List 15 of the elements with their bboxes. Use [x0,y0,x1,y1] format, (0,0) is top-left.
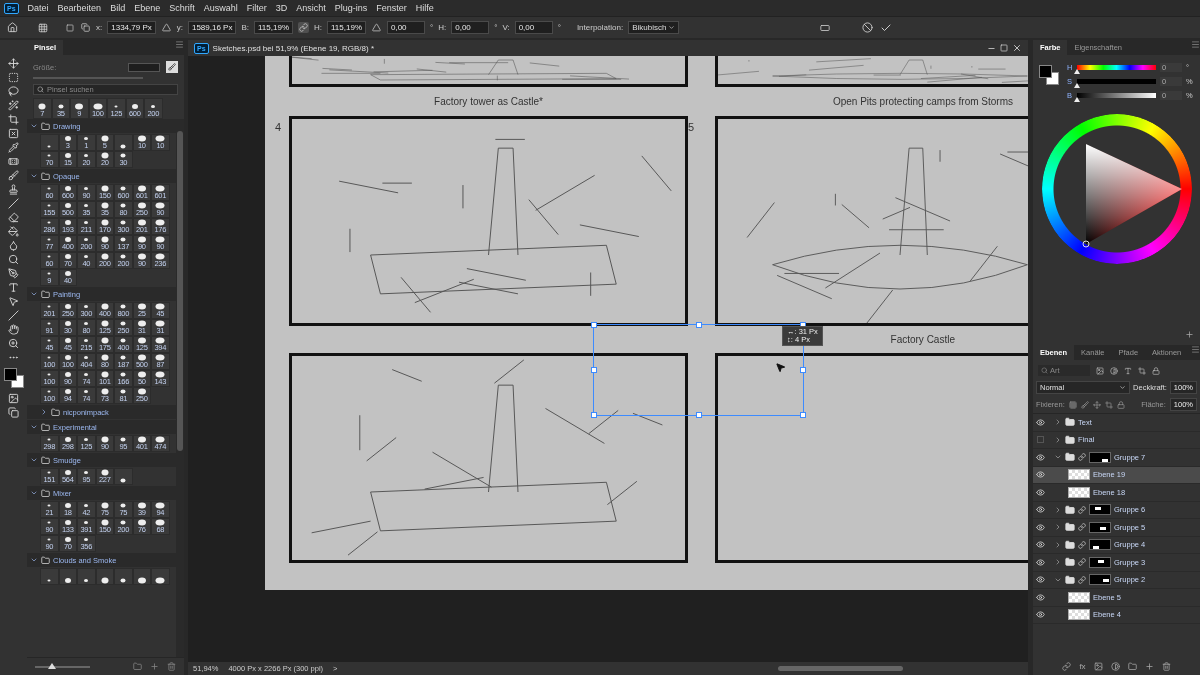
frame-caption: Open Pits protecting camps from Storms [832,96,1013,107]
unit-label: ° [494,23,498,32]
field-label: B: [241,23,249,32]
field-label: H: [438,23,447,32]
field-label: y: [176,23,183,32]
frame-caption: Factory tower as Castle* [434,96,543,107]
unit-label: ° [430,23,434,32]
field-label: x: [96,23,103,32]
unit-label: ° [557,23,561,32]
field-label: H: [314,23,322,32]
interpolation-label: Interpolation: [576,23,624,32]
frame-caption: Factory Castle [890,334,955,345]
field-label: V: [502,23,510,32]
panel-number: 5 [688,120,695,135]
panel-number: 4 [275,120,282,135]
